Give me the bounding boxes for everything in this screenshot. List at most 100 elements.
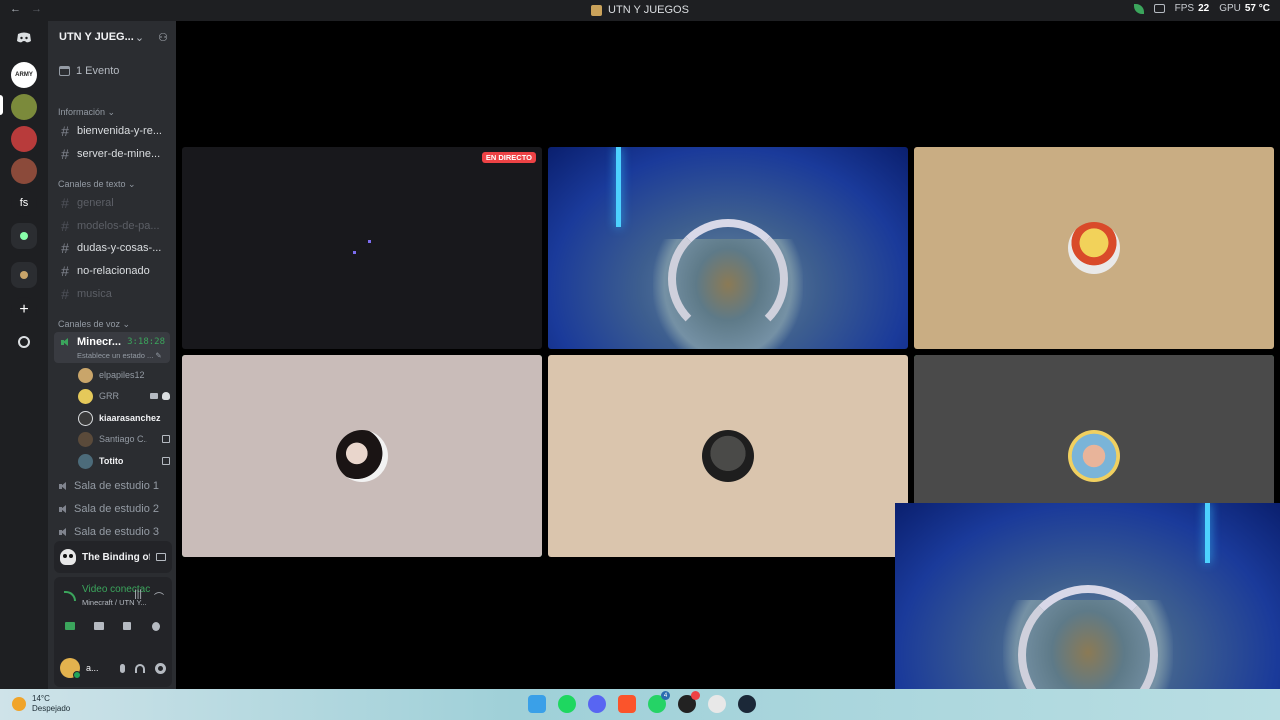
stream-tile[interactable]: EN DIRECTO: [182, 147, 542, 349]
stream-pixel: [353, 251, 356, 254]
category-info[interactable]: Información ⌄: [58, 107, 115, 118]
fps-readout: FPS 22: [1174, 3, 1210, 14]
avatar: [78, 367, 93, 383]
user-tile[interactable]: [914, 147, 1274, 349]
brave-icon[interactable]: [618, 695, 636, 713]
channel-item[interactable]: # bienvenida-y-re...: [59, 123, 171, 139]
invite-user-icon[interactable]: ⚇: [158, 31, 168, 44]
skull-icon: [162, 392, 170, 400]
speaker-icon: [59, 504, 68, 514]
server-pixel-icon[interactable]: [11, 158, 37, 184]
whatsapp-icon[interactable]: 4: [648, 691, 670, 713]
voice-channel-item[interactable]: Sala de estudio 1: [59, 480, 171, 492]
noise-suppression-icon[interactable]: |||: [134, 589, 142, 604]
voice-user[interactable]: Totito: [78, 452, 170, 470]
channel-item[interactable]: # dudas-y-cosas-...: [59, 240, 171, 256]
voice-channel-active[interactable]: Minecr... 3:18:28 Establece un estado ..…: [54, 332, 170, 363]
neon-light: [1205, 503, 1210, 563]
isaac-skull-icon[interactable]: [708, 695, 726, 713]
voice-channel-name: Minecr...: [77, 336, 122, 348]
self-view-overlay[interactable]: [895, 503, 1280, 720]
channel-sidebar: UTN Y JUEG... ⌄ ⚇ 1 Evento Información ⌄…: [48, 21, 176, 689]
voice-channel-item[interactable]: Sala de estudio 3: [59, 526, 171, 538]
voice-connection-panel: Video conectac Minecraft / UTN Y... ||| …: [54, 577, 172, 687]
spotify-icon[interactable]: [558, 695, 576, 713]
server-header[interactable]: UTN Y JUEG... ⌄ ⚇: [48, 21, 176, 53]
channel-item[interactable]: # musica: [59, 286, 171, 302]
category-text[interactable]: Canales de texto ⌄: [58, 179, 136, 190]
server-red-icon[interactable]: [11, 126, 37, 152]
channel-item[interactable]: # general: [59, 195, 171, 211]
server-rail: ARMY fs +: [0, 21, 48, 689]
server-icon: [591, 5, 603, 16]
headset: [668, 219, 788, 339]
hash-icon: #: [61, 195, 69, 211]
server-army-icon[interactable]: ARMY: [11, 62, 37, 88]
selected-server-pill: [0, 95, 3, 115]
discord-icon[interactable]: [588, 695, 606, 713]
voice-channel-item[interactable]: Sala de estudio 2: [59, 503, 171, 515]
notification-badge: 4: [661, 691, 670, 700]
avatar: [336, 430, 388, 482]
webcam-tile[interactable]: [548, 147, 908, 349]
events-link[interactable]: 1 Evento: [59, 65, 119, 77]
voice-status[interactable]: Establece un estado ... ✎: [77, 351, 162, 360]
avatar: [702, 430, 754, 482]
avatar: [1068, 430, 1120, 482]
headphones-icon[interactable]: [135, 663, 145, 673]
user-tile[interactable]: [548, 355, 908, 557]
voice-user[interactable]: Santiago C...: [78, 430, 170, 448]
title-bar: ← → UTN Y JUEGOS FPS 22 GPU 57 °C: [0, 0, 1280, 21]
inbox-icon[interactable]: [1153, 4, 1165, 13]
voice-user[interactable]: kiaarasanchez: [78, 409, 170, 427]
soundboard-button[interactable]: [144, 617, 168, 635]
signal-icon: [64, 591, 76, 601]
taskbar-apps: 4: [528, 691, 756, 713]
window-title: UTN Y JUEGOS: [0, 4, 1280, 16]
server-folder-2-icon[interactable]: [11, 262, 37, 288]
weather-widget[interactable]: 14°C Despejado: [12, 694, 70, 714]
game-activity[interactable]: The Binding of Isaa...: [54, 541, 172, 573]
add-server-icon[interactable]: +: [11, 297, 37, 323]
disconnect-icon[interactable]: ⌒: [154, 589, 164, 604]
chevron-down-icon[interactable]: ⌄: [135, 31, 144, 44]
discover-icon[interactable]: [11, 329, 37, 355]
voice-user[interactable]: GRR: [78, 387, 170, 405]
gpu-readout: GPU 57 °C: [1219, 3, 1270, 14]
hash-icon: #: [61, 218, 69, 234]
screen-share-button[interactable]: [87, 617, 111, 635]
events-label: 1 Evento: [76, 65, 120, 77]
notification-dot: [691, 691, 700, 700]
windows-taskbar: 14°C Despejado 4: [0, 689, 1280, 720]
camera-button[interactable]: [58, 617, 82, 635]
settings-gear-icon[interactable]: [155, 662, 166, 674]
nitro-leaf-icon[interactable]: [1133, 3, 1144, 14]
avatar[interactable]: [60, 658, 81, 679]
server-folder-icon[interactable]: [11, 223, 37, 249]
channel-item[interactable]: # modelos-de-pa...: [59, 218, 171, 234]
obs-icon[interactable]: [678, 691, 700, 713]
channel-item[interactable]: # server-de-mine...: [59, 146, 171, 162]
user-tile[interactable]: [182, 355, 542, 557]
camera-icon: [150, 393, 158, 399]
username[interactable]: a...: [86, 663, 99, 673]
server-utn-icon[interactable]: [11, 94, 37, 120]
game-name: The Binding of Isaa...: [82, 551, 150, 563]
hash-icon: #: [61, 123, 69, 139]
stream-icon[interactable]: [156, 553, 166, 561]
start-windows-icon[interactable]: [528, 695, 546, 713]
voice-user[interactable]: elpapiles12: [78, 366, 170, 384]
category-voice[interactable]: Canales de voz ⌄: [58, 319, 130, 330]
overlay-stats: FPS 22 GPU 57 °C: [1133, 3, 1270, 14]
server-fs-icon[interactable]: fs: [11, 190, 37, 216]
hash-icon: #: [61, 263, 69, 279]
avatar: [78, 453, 93, 469]
microphone-icon[interactable]: [120, 663, 125, 673]
steam-icon[interactable]: [738, 695, 756, 713]
live-badge: EN DIRECTO: [481, 152, 536, 163]
activities-button[interactable]: [115, 617, 139, 635]
window-title-text: UTN Y JUEGOS: [608, 4, 689, 16]
channel-item[interactable]: # no-relacionado: [59, 263, 171, 279]
discord-home-icon[interactable]: [11, 25, 37, 51]
speaker-icon: [59, 527, 68, 537]
